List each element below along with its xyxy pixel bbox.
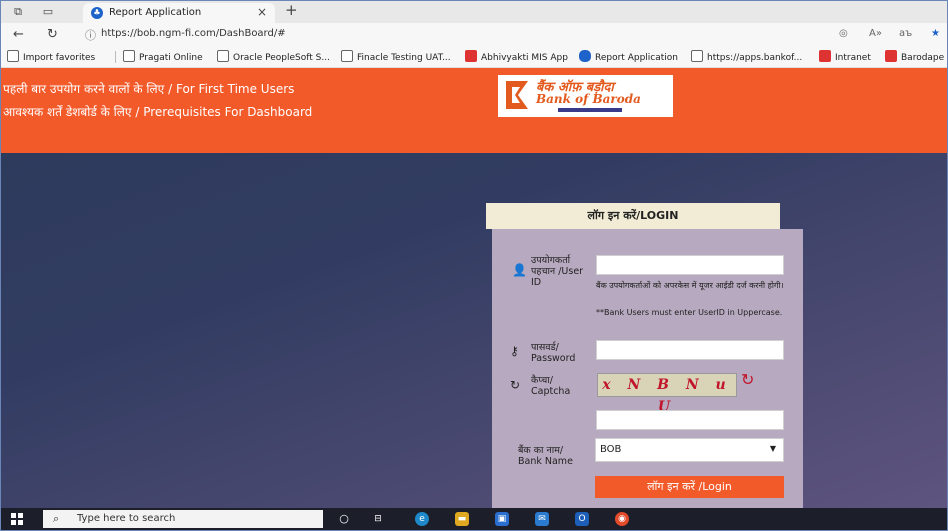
page-icon — [691, 50, 703, 62]
user-id-note-english: **Bank Users must enter UserID in Upperc… — [596, 308, 783, 317]
bank-logo-mark-icon — [506, 81, 528, 109]
favorite-oracle[interactable]: Oracle PeopleSoft S... — [217, 50, 330, 63]
file-explorer-icon[interactable]: ▬ — [455, 512, 469, 526]
page-icon — [217, 50, 229, 62]
store-icon[interactable]: ▣ — [495, 512, 509, 526]
chrome-icon[interactable]: ◉ — [615, 512, 629, 526]
favorite-import[interactable]: Import favorites — [7, 50, 95, 63]
login-heading: लॉग इन करें/LOGIN — [486, 203, 780, 229]
mail-icon[interactable]: ✉ — [535, 512, 549, 526]
windows-taskbar: ⌕ Type here to search ○ ⊟ e ▬ ▣ ✉ O ◉ — [1, 508, 947, 530]
tracking-icon[interactable]: ◎ — [839, 28, 848, 39]
import-icon — [7, 50, 19, 62]
bank-name-label: बैंक का नाम/ Bank Name — [518, 445, 573, 467]
captcha-refresh-icon[interactable]: ↻ — [741, 370, 754, 389]
bob-icon — [819, 50, 831, 62]
captcha-label: कैप्चा/ Captcha — [531, 375, 571, 397]
screen: ⧉ ▭ ♣ Report Application × + ← ↻ ⓘ https… — [0, 0, 948, 531]
refresh-icon[interactable]: ↻ — [47, 27, 58, 42]
page-icon — [123, 50, 135, 62]
favorite-barodape[interactable]: Barodape — [885, 50, 944, 63]
outlook-icon[interactable]: O — [575, 512, 589, 526]
login-button[interactable]: लॉग इन करें /Login — [595, 476, 784, 498]
key-icon: ⚷ — [510, 344, 519, 358]
new-tab-button[interactable]: + — [285, 1, 298, 19]
user-icon: 👤 — [512, 263, 527, 277]
workspaces-icon[interactable]: ⧉ — [11, 5, 25, 19]
favorite-intranet[interactable]: Intranet — [819, 50, 871, 63]
user-id-note-hindi: बैंक उपयोगकर्ताओं को अपरकेस में यूजर आईड… — [596, 281, 784, 290]
password-input[interactable] — [596, 340, 784, 360]
favorite-star-icon[interactable]: ★ — [931, 28, 940, 39]
search-icon: ⌕ — [53, 512, 60, 525]
favorites-divider — [115, 51, 116, 63]
browser-tab-bar: ⧉ ▭ ♣ Report Application × + — [1, 1, 947, 23]
read-aloud-icon[interactable]: A» — [869, 28, 882, 39]
address-bar-row: ← ↻ ⓘ https://bob.ngm-fi.com/DashBoard/#… — [1, 23, 947, 47]
captcha-input[interactable] — [596, 410, 784, 430]
captcha-image: x N B N u U — [597, 373, 737, 415]
page-icon — [341, 50, 353, 62]
back-icon[interactable]: ← — [13, 27, 24, 42]
page-body: पहली बार उपयोग करने वालों के लिए / For F… — [1, 68, 947, 508]
favorite-apps-bankof[interactable]: https://apps.bankof... — [691, 50, 802, 63]
tab-actions-icon[interactable]: ▭ — [41, 5, 55, 19]
bob-icon — [465, 50, 477, 62]
task-view-icon[interactable]: ⊟ — [371, 512, 385, 526]
user-id-label: उपयोगकर्ता पहचान /User ID — [531, 255, 584, 288]
windows-start-icon[interactable] — [11, 513, 23, 525]
bank-name-value: BOB — [600, 444, 622, 455]
favorite-pragati[interactable]: Pragati Online — [123, 50, 203, 63]
favorite-abhivyakti[interactable]: Abhivyakti MIS App — [465, 50, 568, 63]
password-label: पासवर्ड/ Password — [531, 342, 576, 364]
bob-icon — [885, 50, 897, 62]
url-field[interactable]: https://bob.ngm-fi.com/DashBoard/# — [101, 28, 286, 39]
translate-icon[interactable]: аъ — [899, 28, 912, 39]
site-icon — [579, 50, 591, 62]
tab-close-icon[interactable]: × — [257, 5, 267, 19]
bank-logo: बैंक ऑफ़ बड़ौदा Bank of Baroda — [498, 75, 673, 117]
favorite-finacle[interactable]: Finacle Testing UAT... — [341, 50, 451, 63]
edge-icon[interactable]: e — [415, 512, 429, 526]
captcha-refresh-small-icon: ↻ — [510, 378, 521, 392]
taskbar-search-placeholder: Type here to search — [77, 513, 176, 524]
favorites-bar: Import favorites Pragati Online Oracle P… — [1, 47, 947, 68]
tab-title: Report Application — [109, 7, 202, 18]
logo-strip — [558, 108, 622, 112]
cortana-icon[interactable]: ○ — [337, 512, 351, 526]
site-header: पहली बार उपयोग करने वालों के लिए / For F… — [1, 68, 947, 153]
user-id-input[interactable] — [596, 255, 784, 275]
page-info-icon[interactable]: ⓘ — [85, 27, 96, 43]
first-time-users-link[interactable]: पहली बार उपयोग करने वालों के लिए / For F… — [3, 80, 294, 97]
site-favicon-icon: ♣ — [91, 7, 103, 19]
logo-english-text: Bank of Baroda — [536, 92, 641, 106]
taskbar-search-box[interactable]: ⌕ Type here to search — [43, 510, 323, 528]
bank-name-select[interactable]: BOB ▼ — [595, 438, 784, 462]
prerequisites-link[interactable]: आवश्यक शर्तें डेशबोर्ड के लिए / Prerequi… — [3, 103, 312, 120]
dropdown-arrow-icon: ▼ — [769, 444, 776, 453]
favorite-report-application[interactable]: Report Application — [579, 50, 678, 63]
tab-report-application[interactable]: ♣ Report Application × — [83, 3, 275, 23]
